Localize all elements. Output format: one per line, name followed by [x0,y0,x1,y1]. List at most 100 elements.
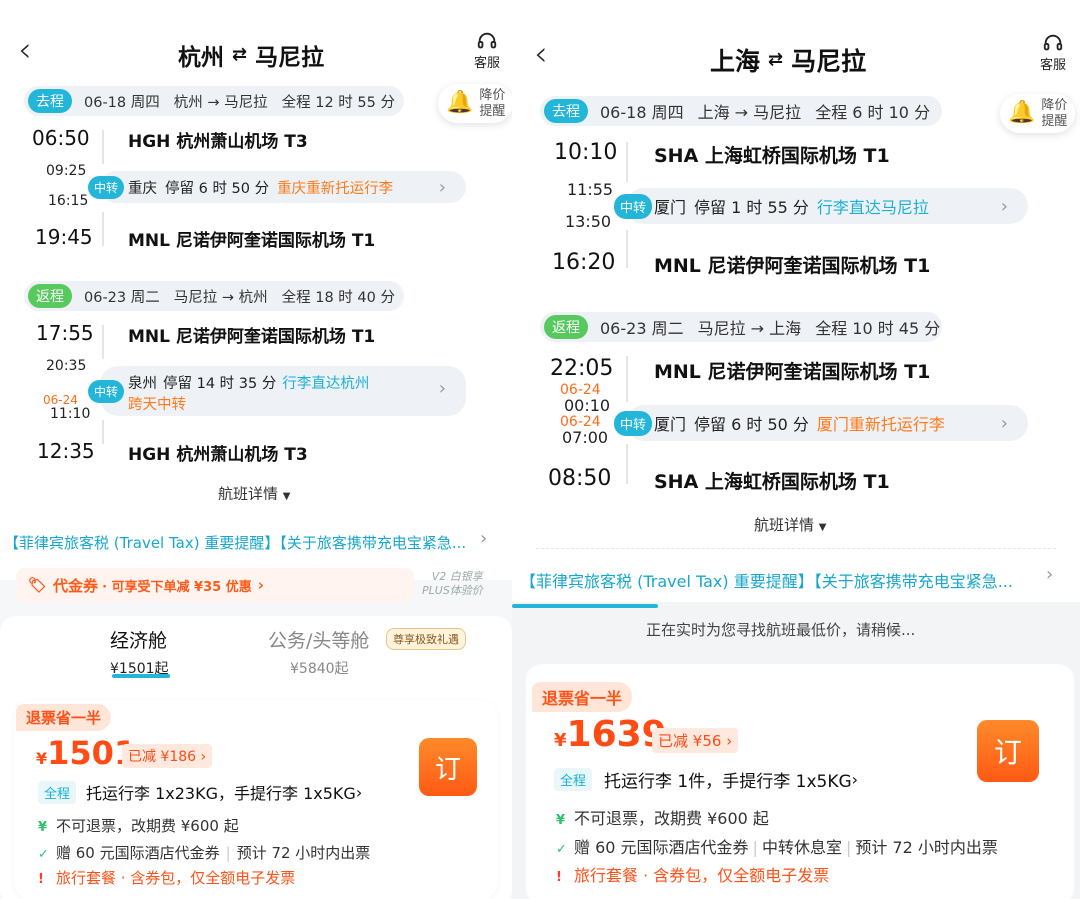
stop-note: 重庆重新托运行李 [277,180,394,197]
route-title: 杭州 ⇄ 马尼拉 [178,38,324,72]
tab-economy[interactable]: 经济舱 [110,626,167,653]
service-label: 客服 [474,56,501,71]
timeline-line [102,420,104,444]
package-text: 旅行套餐 · 含券包，仅全额电子发票 [574,866,830,885]
route-title: 上海 ⇄ 马尼拉 [710,42,866,78]
arr-time: 12:35 [37,439,95,463]
ticketing-text: 预计 72 小时内出票 [236,844,371,862]
right-screen: ‹ 上海 ⇄ 马尼拉 客服 去程 06-18 周四 上海 → 马尼拉 全程 6 … [512,0,1080,899]
coupon-icon: 🏷 [28,576,48,594]
package-row: ! 旅行套餐 · 含券包，仅全额电子发票 [556,862,829,886]
inbound-date: 06-23 周二 [600,319,684,338]
customer-service-button[interactable]: 客服 [1040,32,1066,73]
arr-airport: SHA 上海虹桥国际机场 T1 [654,471,890,493]
outbound-date: 06-18 周四 [84,94,160,111]
transfer-info-row[interactable]: 中转 重庆 停留 6 时 50 分 重庆重新托运行李 › [88,171,466,203]
stop-city: 重庆 [128,180,157,197]
refund-badge: 退票省一半 [532,682,633,712]
package-text: 旅行套餐 · 含券包，仅全额电子发票 [56,869,296,887]
refund-badge: 退票省一半 [16,704,112,731]
price-alert-button[interactable]: 🔔 降价 提醒 [438,84,512,124]
flight-details-label: 航班详情 [754,516,815,534]
bell-icon: 🔔 [1008,100,1036,126]
dep-time: 10:10 [554,140,618,165]
left-screen: ‹ 杭州 ⇄ 马尼拉 客服 去程 06-18 周四 杭州 → 马尼拉 全程 12… [0,0,512,899]
baggage-text: 托运行李 1件，手提行李 1x5KG [604,772,852,792]
divider [536,548,1056,549]
gift-text: 赠 60 元国际酒店代金券 [56,844,220,862]
alert-line1: 降价 [1041,98,1068,113]
headset-icon [1043,34,1063,51]
stop-duration: 停留 1 时 55 分 [694,198,809,217]
alert-line2: 提醒 [479,103,506,119]
book-button[interactable]: 订 [419,738,477,796]
refund-text: 不可退票，改期费 ¥600 起 [56,817,239,835]
baggage-row[interactable]: 全程 托运行李 1件，手提行李 1x5KG › [554,767,858,792]
check-icon: ✓ [556,842,567,857]
title-from: 上海 [710,47,761,76]
baggage-row[interactable]: 全程 托运行李 1x23KG，手提行李 1x5KG › [38,780,362,804]
back-icon[interactable]: ‹ [534,34,548,74]
tab-indicator [112,674,170,678]
chevron-right-icon: › [1000,195,1008,217]
dep-time: 22:05 [550,356,614,381]
chevron-right-icon: › [257,576,264,594]
reduced-amount: ¥186 [160,749,197,765]
arr-airport: HGH 杭州萧山机场 T3 [128,445,308,465]
transfer-tag: 中转 [614,410,653,436]
price-alert-button[interactable]: 🔔 降价 提醒 [1000,94,1076,134]
inbound-tag: 返程 [544,315,588,339]
back-icon[interactable]: ‹ [18,30,32,70]
inbound-header: 返程 06-23 周二 马尼拉 → 上海 全程 10 时 45 分 [540,312,942,342]
refund-text: 不可退票，改期费 ¥600 起 [574,809,769,828]
stop-duration: 停留 14 时 35 分 [163,376,277,392]
discount-badge[interactable]: 已减 ¥56 › [652,728,739,753]
flight-details-link[interactable]: 航班详情 ▼ [754,514,827,535]
timeline-line [626,142,628,182]
stop-duration: 停留 6 时 50 分 [165,180,270,197]
stop-arr-time: 09:25 [46,163,87,179]
timeline-line [626,356,628,402]
loading-progress [512,604,658,608]
outbound-total: 全程 6 时 10 分 [815,103,931,122]
outbound-route: 杭州 → 马尼拉 [173,94,268,111]
outbound-tag: 去程 [28,89,72,113]
plus-line2: PLUS体验价 [422,584,483,598]
overnight-note: 跨天中转 [128,397,186,413]
stop-city: 泉州 [128,376,157,392]
dep-airport: MNL 尼诺伊阿奎诺国际机场 T1 [128,327,376,347]
reduced-label: 已减 [658,732,689,750]
coupon-banner[interactable]: 🏷 代金券 · 可享受下单减 ¥35 优惠 › [16,568,414,602]
inbound-total: 全程 10 时 45 分 [815,319,941,338]
alert-icon: ! [556,870,562,885]
alert-icon: ! [38,872,44,887]
transfer-info-row[interactable]: 中转 泉州 停留 14 时 35 分行李直达杭州 跨天中转 › [88,366,466,416]
dep-time: 17:55 [36,321,94,345]
timeline-line [626,444,628,484]
chevron-right-icon: › [438,378,446,399]
dep-airport: MNL 尼诺伊阿奎诺国际机场 T1 [654,361,931,383]
gift-row: ✓ 赠 60 元国际酒店代金券 | 预计 72 小时内出票 [38,844,371,862]
notice-link[interactable]: 【菲律宾旅客税 (Travel Tax) 重要提醒】【关于旅客携带充电宝紧急..… [4,532,466,553]
stop-dep-time: 13:50 [565,212,612,231]
inbound-route: 马尼拉 → 杭州 [173,289,268,306]
plus-tag: V2 白银享 PLUS体验价 [422,570,483,599]
timeline-line [626,230,628,268]
notice-link[interactable]: 【菲律宾旅客税 (Travel Tax) 重要提醒】【关于旅客携带充电宝紧急..… [520,568,1013,592]
baggage-text: 托运行李 1x23KG，手提行李 1x5KG [86,784,356,803]
plus-line1: V2 白银享 [431,570,483,583]
transfer-info-row[interactable]: 中转 厦门 停留 6 时 50 分 厦门重新托运行李 › [614,405,1028,441]
book-button[interactable]: 订 [977,720,1039,782]
tab-business[interactable]: 公务/头等舱 [268,626,369,653]
outbound-total: 全程 12 时 55 分 [281,94,395,111]
customer-service-button[interactable]: 客服 [474,30,500,71]
swap-icon: ⇄ [768,49,784,70]
yen-icon: ¥ [38,820,48,835]
discount-badge[interactable]: 已减 ¥186 › [122,744,213,768]
honor-badge: 尊享极致礼遇 [386,628,466,650]
stop-arr-time: 11:55 [567,180,614,199]
transfer-info-row[interactable]: 中转 厦门 停留 1 时 55 分 行李直达马尼拉 › [614,188,1028,224]
stop-city: 厦门 [654,415,687,434]
offer-price: ¥ 1639 [554,714,667,755]
stop-dep-time: 16:15 [48,193,89,209]
